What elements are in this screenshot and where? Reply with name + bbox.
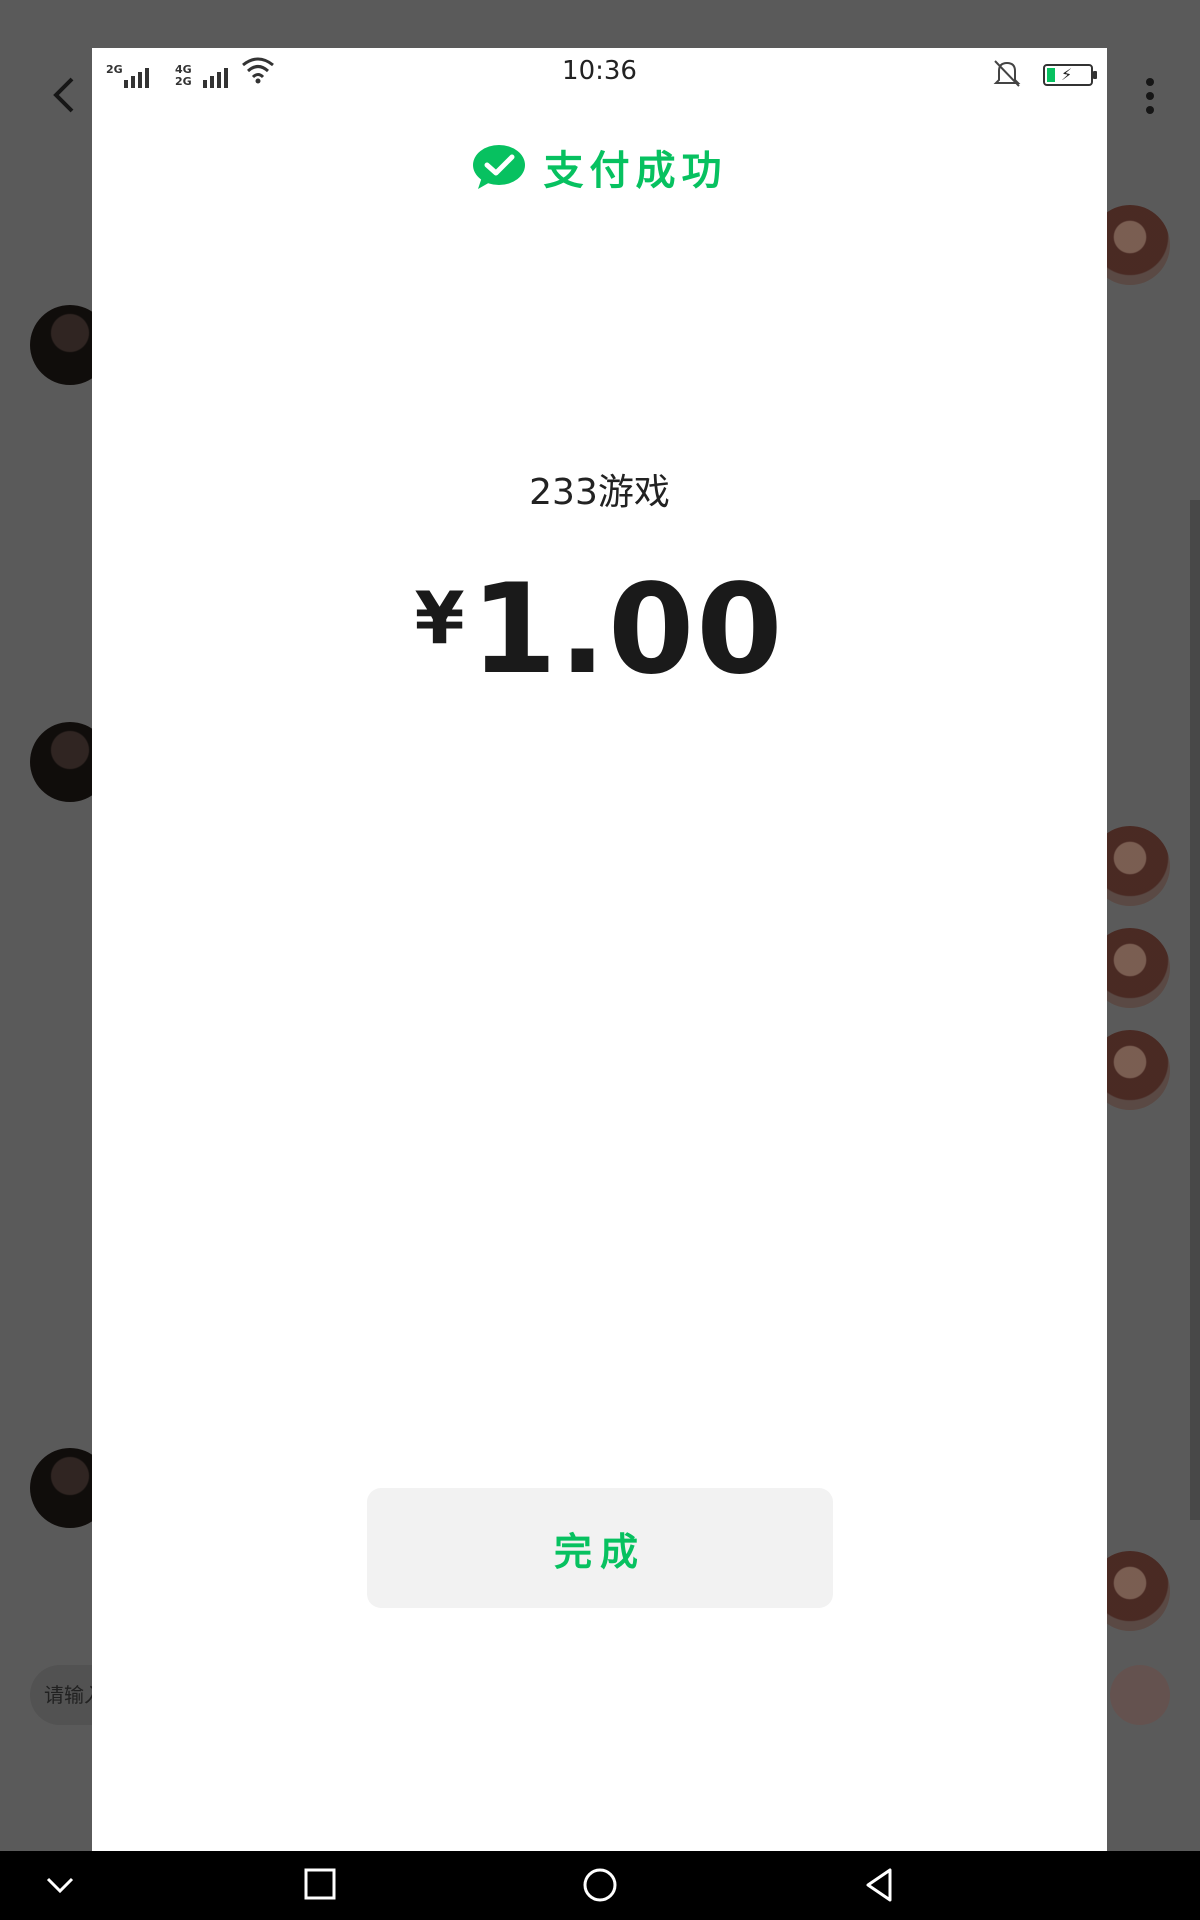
merchant-name: 233游戏 — [529, 472, 670, 513]
wechat-pay-icon — [472, 143, 526, 191]
payment-success-panel: 2G 4G 2G 10:36 ⚡ 支付成功 233游戏 ¥1.00 完成 — [92, 48, 1107, 1851]
done-button[interactable]: 完成 — [367, 1488, 833, 1608]
success-header: 支付成功 — [92, 138, 1107, 196]
status-bar: 2G 4G 2G 10:36 ⚡ — [92, 48, 1107, 98]
chevron-down-icon[interactable] — [38, 1865, 82, 1905]
payment-amount: ¥1.00 — [92, 558, 1107, 702]
currency-symbol: ¥ — [414, 576, 465, 660]
amount-value: 1.00 — [470, 558, 785, 702]
battery-icon: ⚡ — [1043, 64, 1097, 86]
recent-apps-icon[interactable] — [298, 1865, 342, 1905]
back-nav-icon[interactable] — [858, 1865, 902, 1905]
success-title: 支付成功 — [543, 148, 728, 194]
navigation-bar — [0, 1851, 1200, 1920]
home-icon[interactable] — [578, 1865, 622, 1905]
bell-muted-icon — [993, 58, 1021, 92]
status-time: 10:36 — [562, 56, 637, 86]
